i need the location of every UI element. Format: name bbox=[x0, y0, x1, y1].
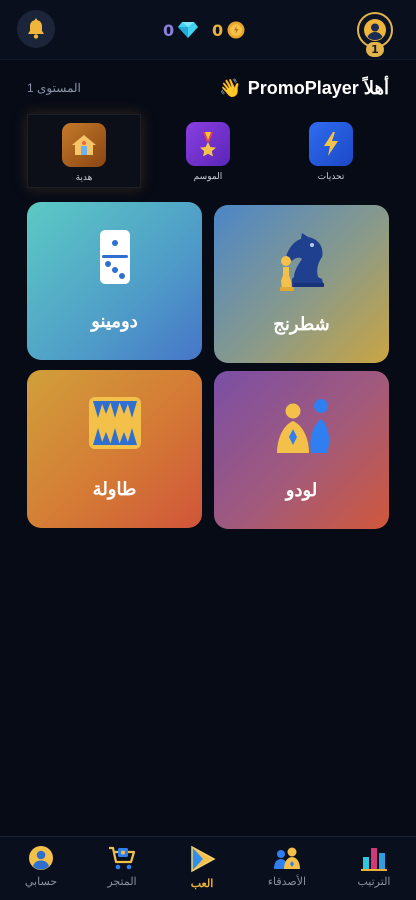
season-tile bbox=[186, 122, 230, 166]
ludo-title: لودو bbox=[285, 480, 318, 500]
challenges-tile bbox=[309, 122, 353, 166]
ludo-pawns-icon bbox=[276, 399, 329, 453]
challenges-label: تحديات bbox=[317, 171, 345, 181]
chess-knight-icon bbox=[279, 233, 324, 291]
coins-count: 0 bbox=[212, 20, 224, 40]
chess-art bbox=[272, 231, 332, 297]
quick-action-gift[interactable]: هدية bbox=[27, 114, 141, 188]
nav-account[interactable]: حسابي bbox=[6, 845, 76, 888]
game-card-backgammon[interactable]: طاولة bbox=[27, 370, 202, 528]
game-card-chess[interactable]: شطرنج bbox=[214, 205, 389, 363]
bottom-nav: الترتيب الأصدقاء العب المتجر حسابي bbox=[0, 836, 416, 900]
wave-emoji: 👋 bbox=[219, 78, 242, 98]
season-label: الموسم bbox=[193, 171, 223, 181]
nav-store-label: المتجر bbox=[107, 876, 137, 888]
notifications-button[interactable] bbox=[17, 10, 55, 48]
gift-label: هدية bbox=[75, 172, 93, 182]
nav-play[interactable]: العب bbox=[167, 845, 237, 890]
nav-play-label: العب bbox=[190, 878, 214, 890]
ludo-art bbox=[271, 397, 333, 459]
coins-counter[interactable]: 0 bbox=[212, 19, 245, 41]
nav-account-label: حسابي bbox=[24, 876, 58, 888]
friends-icon bbox=[274, 847, 300, 869]
lightning-icon bbox=[324, 132, 338, 156]
coin-icon bbox=[227, 21, 245, 39]
domino-art bbox=[98, 228, 132, 290]
leaderboard-icon bbox=[361, 848, 387, 871]
quick-action-challenges[interactable]: تحديات bbox=[274, 114, 388, 188]
greeting-text: أهلاً PromoPlayer bbox=[247, 78, 389, 98]
player-level-label: المستوى 1 bbox=[27, 81, 81, 95]
nav-friends-label: الأصدقاء bbox=[267, 876, 307, 888]
backgammon-art bbox=[88, 396, 142, 454]
diamond-icon bbox=[178, 22, 199, 38]
cart-icon bbox=[109, 846, 136, 870]
domino-icon bbox=[99, 230, 130, 284]
top-bar: 0 0 1 bbox=[0, 0, 416, 60]
gems-count: 0 bbox=[163, 20, 175, 40]
gems-counter[interactable]: 0 bbox=[163, 19, 199, 41]
play-icon bbox=[191, 845, 216, 873]
nav-friends[interactable]: الأصدقاء bbox=[252, 845, 322, 888]
backgammon-title: طاولة bbox=[92, 479, 137, 499]
gift-tile bbox=[62, 123, 106, 167]
game-card-ludo[interactable]: لودو bbox=[214, 371, 389, 529]
chess-title: شطرنج bbox=[273, 314, 330, 334]
account-icon bbox=[29, 846, 53, 870]
nav-leaderboard-label: الترتيب bbox=[357, 876, 391, 888]
nav-leaderboard[interactable]: الترتيب bbox=[339, 845, 409, 888]
bell-icon bbox=[28, 18, 44, 39]
user-icon bbox=[364, 19, 386, 41]
game-card-domino[interactable]: دومينو bbox=[27, 202, 202, 360]
profile-level-badge: 1 bbox=[366, 42, 384, 57]
backgammon-icon bbox=[88, 397, 141, 449]
gift-house-icon bbox=[72, 135, 96, 155]
welcome-greeting: أهلاً PromoPlayer 👋 bbox=[219, 78, 389, 99]
medal-icon bbox=[200, 132, 216, 157]
nav-store[interactable]: المتجر bbox=[87, 845, 157, 888]
quick-action-season[interactable]: الموسم bbox=[151, 114, 265, 188]
domino-title: دومينو bbox=[91, 311, 138, 331]
